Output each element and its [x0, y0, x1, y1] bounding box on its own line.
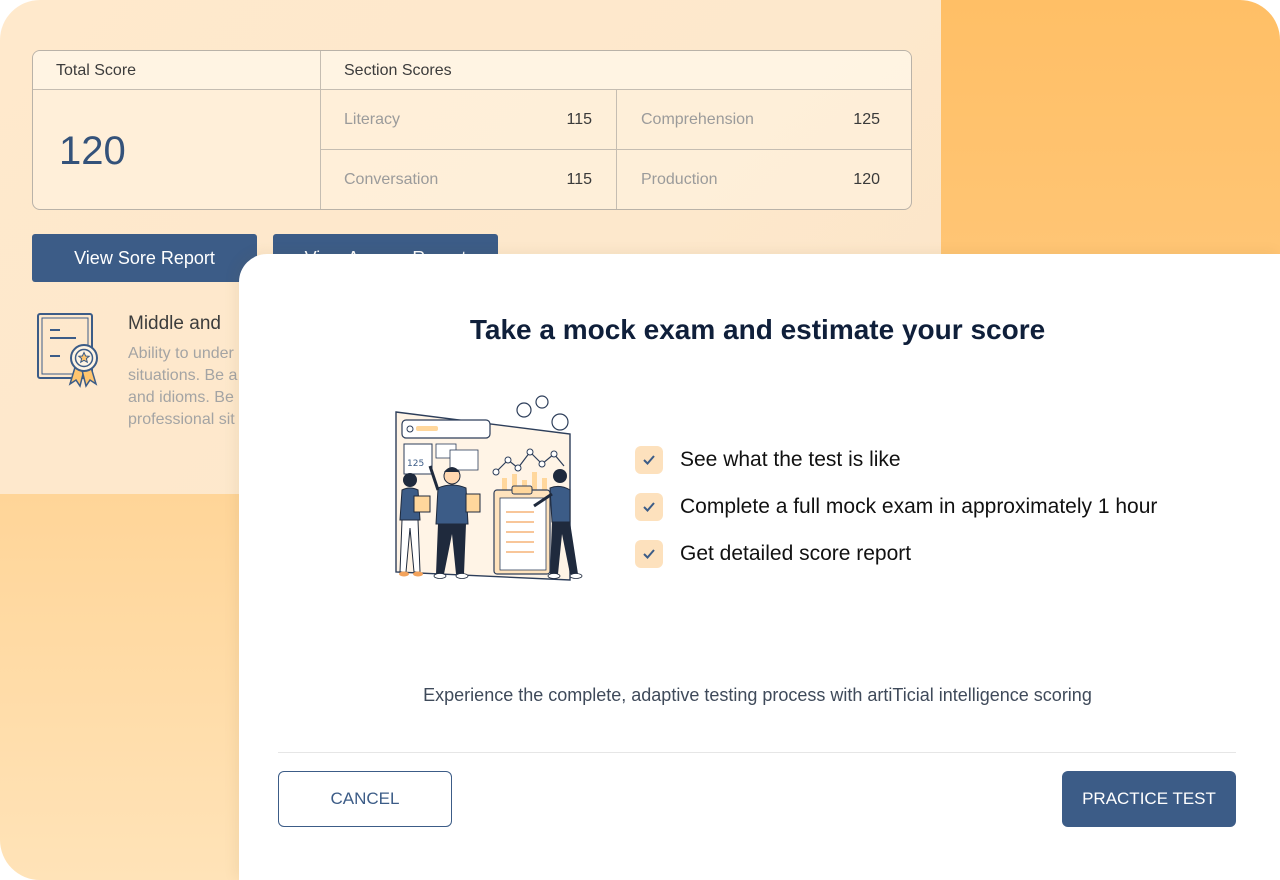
section-label-conversation: Conversation — [344, 171, 439, 188]
view-score-report-button[interactable]: View Sore Report — [32, 234, 257, 282]
section-score-conversation: 115 — [566, 171, 592, 188]
feature-text: Complete a full mock exam in approximate… — [680, 494, 1158, 518]
feature-item: Complete a full mock exam in approximate… — [635, 483, 1157, 530]
modal-title: Take a mock exam and estimate your score — [469, 314, 1046, 345]
cancel-button[interactable]: CANCEL — [278, 771, 452, 827]
check-icon — [635, 445, 663, 474]
divider — [320, 51, 321, 209]
feature-list: See what the test is like Complete a ful… — [635, 436, 1157, 577]
mock-exam-modal: Take a mock exam and estimate your score… — [239, 254, 1280, 880]
section-scores-header: Section Scores — [344, 62, 452, 79]
section-label-literacy: Literacy — [344, 111, 401, 128]
divider — [320, 149, 911, 150]
modal-subtitle: Experience the complete, adaptive testin… — [423, 685, 1092, 705]
score-table-header: Total Score Section Scores — [33, 51, 911, 90]
total-score-value: 120 — [59, 129, 126, 173]
feature-text: See what the test is like — [680, 447, 901, 471]
feature-text: Get detailed score report — [680, 541, 912, 565]
practice-test-button[interactable]: PRACTICE TEST — [1062, 771, 1236, 827]
divider — [616, 90, 617, 209]
section-score-production: 120 — [853, 171, 880, 188]
level-description-line: Ability to under — [128, 345, 234, 362]
feature-item: Get detailed score report — [635, 530, 1157, 577]
level-description-line: and idioms. Be — [128, 389, 234, 406]
section-label-production: Production — [641, 171, 718, 188]
section-label-comprehension: Comprehension — [641, 111, 754, 128]
check-icon — [635, 539, 663, 568]
level-description-line: professional sit — [128, 411, 235, 428]
section-score-literacy: 115 — [566, 111, 592, 128]
total-score-header: Total Score — [56, 62, 137, 79]
level-description: Ability to under situations. Be a and id… — [128, 343, 248, 431]
level-title: Middle and — [128, 313, 221, 334]
feature-item: See what the test is like — [635, 436, 1157, 483]
section-score-comprehension: 125 — [853, 111, 880, 128]
divider — [278, 752, 1236, 753]
mock-exam-illustration: 125 — [395, 395, 583, 581]
certificate-icon — [37, 313, 98, 388]
score-table: Total Score Section Scores 120 Literacy … — [32, 50, 912, 210]
check-icon — [635, 492, 663, 521]
illustration-score-text: 125 — [407, 459, 424, 469]
level-description-line: situations. Be a — [128, 367, 238, 384]
